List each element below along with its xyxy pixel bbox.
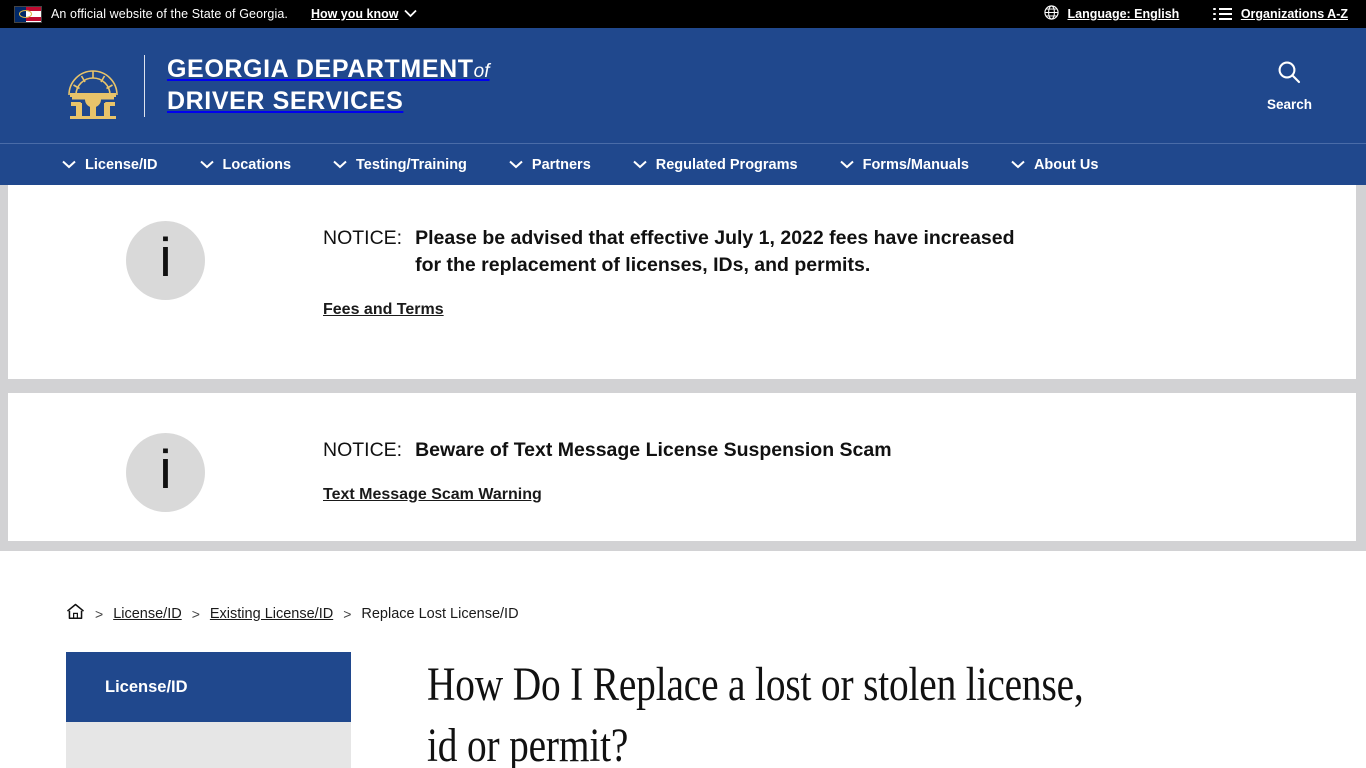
nav-item-locations[interactable]: Locations — [199, 156, 292, 173]
nav-item-license-id[interactable]: License/ID — [62, 157, 158, 173]
search-label: Search — [1266, 97, 1312, 112]
notice-card: i NOTICE: Please be advised that effecti… — [8, 185, 1356, 379]
breadcrumb-separator: > — [95, 605, 104, 622]
nav-item-testing-training[interactable]: Testing/Training — [333, 157, 467, 173]
notice-message: Please be advised that effective July 1,… — [415, 227, 1015, 276]
brand-divider — [144, 54, 145, 117]
nav-item-label: Testing/Training — [356, 156, 467, 173]
breadcrumb-separator: > — [191, 605, 200, 622]
page-title-line-2: id or permit? — [427, 719, 629, 768]
main-column: How Do I Replace a lost or stolen licens… — [351, 652, 1228, 768]
chevron-down-icon — [333, 157, 347, 173]
nav-item-forms-manuals[interactable]: Forms/Manuals — [839, 156, 969, 173]
site-header: GEORGIA DEPARTMENTof DRIVER SERVICES Sea… — [0, 28, 1366, 143]
notice-body: NOTICE: Please be advised that effective… — [323, 221, 1015, 319]
organizations-a-z-link[interactable]: Organizations A-Z — [1213, 7, 1348, 21]
organizations-label: Organizations A-Z — [1240, 7, 1348, 21]
notice-link[interactable]: Text Message Scam Warning — [323, 486, 542, 504]
notice-label: NOTICE: — [323, 227, 403, 249]
notice-line: NOTICE: Please be advised that effective… — [323, 225, 1015, 279]
georgia-dds-arch-logo-icon — [64, 51, 122, 121]
language-label: Language: English — [1067, 7, 1180, 21]
nav-item-label: Regulated Programs — [655, 156, 798, 173]
chevron-down-icon — [62, 157, 76, 173]
side-panel-menu — [66, 722, 351, 768]
nav-item-regulated-programs[interactable]: Regulated Programs — [633, 157, 798, 173]
side-panel: License/ID — [66, 652, 351, 768]
chevron-down-icon — [839, 157, 854, 173]
notice-link[interactable]: Fees and Terms — [323, 301, 444, 319]
search-icon — [1276, 59, 1302, 90]
info-icon: i — [126, 221, 205, 300]
notice-body: NOTICE: Beware of Text Message License S… — [323, 433, 892, 504]
breadcrumb-item-current: Replace Lost License/ID — [361, 605, 519, 622]
notices-bottom-spacer — [0, 541, 1366, 551]
globe-icon — [1043, 5, 1059, 23]
site-logo-link[interactable]: GEORGIA DEPARTMENTof DRIVER SERVICES — [64, 51, 490, 121]
notice-message: Beware of Text Message License Suspensio… — [415, 439, 892, 461]
page-title: How Do I Replace a lost or stolen licens… — [427, 654, 1084, 768]
notice-icon-wrap: i — [8, 221, 323, 300]
nav-item-label: About Us — [1033, 156, 1099, 173]
notice-label: NOTICE: — [323, 439, 403, 461]
home-icon[interactable] — [66, 603, 85, 624]
breadcrumb: > License/ID > Existing License/ID > Rep… — [0, 551, 1366, 624]
notices-region: i NOTICE: Please be advised that effecti… — [0, 185, 1366, 551]
brand-of-word: of — [473, 60, 490, 82]
official-website-text: An official website of the State of Geor… — [51, 7, 288, 21]
breadcrumb-item-license-id[interactable]: License/ID — [113, 606, 182, 622]
georgia-state-flag-icon — [14, 5, 42, 23]
notice-icon-wrap: i — [8, 433, 323, 512]
government-banner: An official website of the State of Geor… — [0, 0, 1366, 28]
list-icon — [1213, 7, 1232, 21]
how-you-know-toggle[interactable]: How you know — [311, 7, 418, 21]
government-banner-right: Language: English Organizations A-Z — [1043, 5, 1348, 23]
nav-item-partners[interactable]: Partners — [509, 157, 591, 173]
brand-line-2: DRIVER SERVICES — [167, 86, 404, 115]
notice-line: NOTICE: Beware of Text Message License S… — [323, 437, 892, 464]
nav-item-label: Forms/Manuals — [862, 156, 969, 173]
content-area: License/ID How Do I Replace a lost or st… — [0, 624, 1366, 768]
main-navigation: License/ID Locations Testing/Training Pa… — [0, 143, 1366, 185]
nav-item-label: License/ID — [85, 156, 158, 173]
site-title: GEORGIA DEPARTMENTof DRIVER SERVICES — [167, 54, 490, 118]
brand-line-1: GEORGIA DEPARTMENT — [167, 54, 474, 83]
chevron-down-icon — [509, 157, 523, 173]
notice-card: i NOTICE: Beware of Text Message License… — [8, 393, 1356, 541]
breadcrumb-item-existing-license-id[interactable]: Existing License/ID — [210, 606, 333, 622]
chevron-down-icon — [1011, 157, 1025, 173]
chevron-down-icon — [633, 157, 647, 173]
notice-divider — [0, 379, 1366, 393]
search-button[interactable]: Search — [1267, 59, 1334, 112]
chevron-down-icon — [199, 157, 214, 173]
side-panel-title: License/ID — [66, 652, 351, 722]
how-you-know-label: How you know — [310, 7, 399, 21]
nav-item-about-us[interactable]: About Us — [1011, 157, 1098, 173]
info-icon: i — [126, 433, 205, 512]
breadcrumb-separator: > — [343, 605, 352, 622]
government-banner-left: An official website of the State of Geor… — [14, 5, 418, 23]
nav-item-label: Partners — [531, 156, 591, 173]
page-title-line-1: How Do I Replace a lost or stolen licens… — [427, 658, 1084, 711]
chevron-down-icon — [404, 7, 418, 21]
nav-item-label: Locations — [222, 156, 292, 173]
language-selector[interactable]: Language: English — [1043, 5, 1180, 23]
